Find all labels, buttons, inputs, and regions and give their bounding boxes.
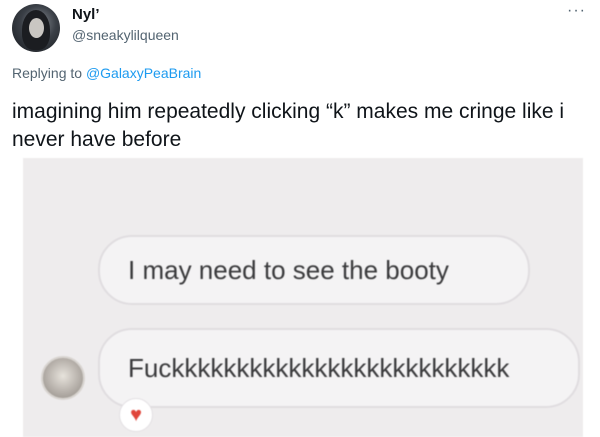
- chat-message-text: I may need to see the booty: [128, 254, 449, 285]
- reply-mention-link[interactable]: @GalaxyPeaBrain: [86, 65, 201, 81]
- replying-to-label: Replying to: [12, 65, 86, 81]
- more-dots-icon[interactable]: ···: [567, 2, 586, 20]
- heart-icon: ♥: [119, 398, 153, 432]
- avatar-face: [29, 18, 44, 38]
- chat-bubble: I may need to see the booty: [98, 235, 530, 305]
- tweet-text: imagining him repeatedly clicking “k” ma…: [12, 100, 565, 151]
- chat-message-text: Fuckkkkkkkkkkkkkkkkkkkkkkkkkk: [128, 352, 510, 383]
- heart-reaction-glyph: ♥: [130, 403, 142, 426]
- tweet-media-image[interactable]: I may need to see the booty Fuckkkkkkkkk…: [23, 158, 583, 437]
- replying-to-line: Replying to @GalaxyPeaBrain: [12, 65, 201, 81]
- author-avatar[interactable]: [12, 4, 60, 52]
- chat-bubble: Fuckkkkkkkkkkkkkkkkkkkkkkkkkk: [98, 328, 580, 408]
- author-display-name[interactable]: Nyl’: [72, 6, 100, 23]
- sender-avatar: [41, 356, 85, 400]
- author-handle[interactable]: @sneakylilqueen: [72, 27, 179, 43]
